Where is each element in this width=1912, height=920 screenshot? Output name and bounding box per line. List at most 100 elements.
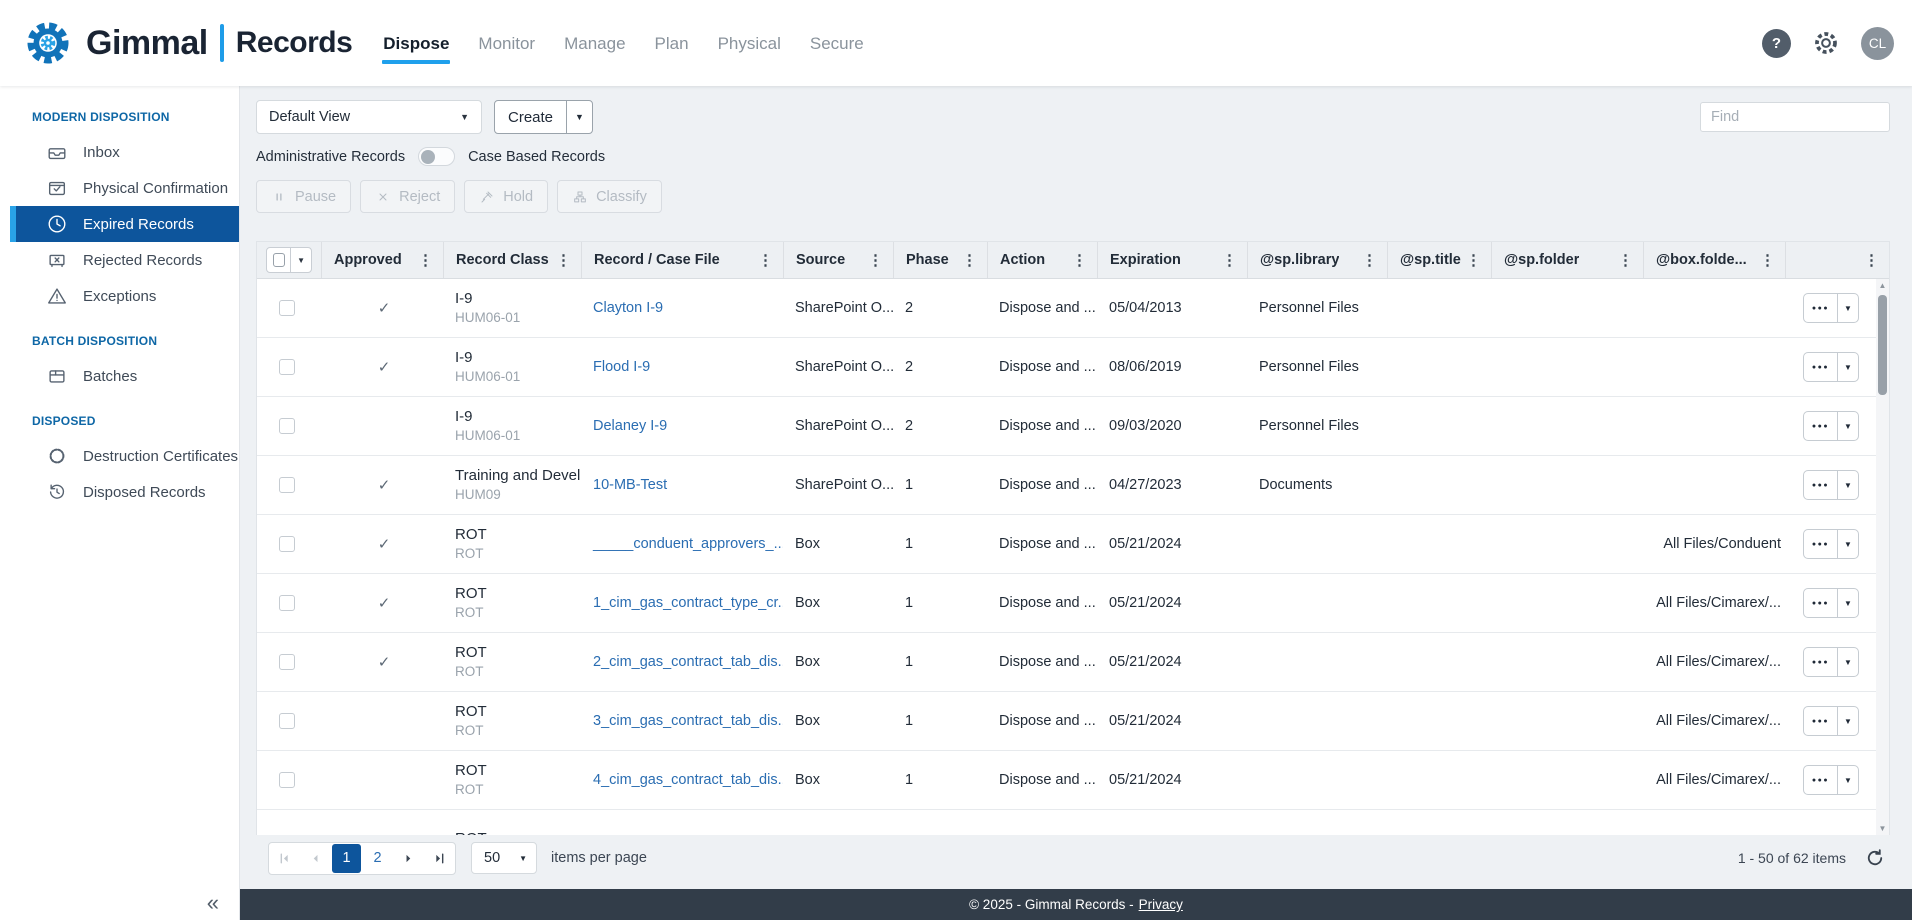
record-link[interactable]: Delaney I-9	[593, 418, 667, 434]
column-menu-icon[interactable]: ⋮	[1070, 251, 1089, 269]
column-menu-icon[interactable]: ⋮	[416, 251, 435, 269]
row-menu-caret-icon[interactable]: ▼	[1838, 353, 1858, 381]
column-menu-icon[interactable]: ⋮	[1758, 251, 1777, 269]
select-all-control[interactable]: ▼	[266, 247, 312, 273]
row-checkbox[interactable]	[279, 359, 295, 375]
row-menu-caret-icon[interactable]: ▼	[1838, 412, 1858, 440]
row-actions-button[interactable]: ●●●▼	[1803, 706, 1859, 736]
column-header-record-case-file[interactable]: Record / Case File⋮	[581, 242, 783, 278]
record-link[interactable]: Flood I-9	[593, 359, 650, 375]
help-button[interactable]: ?	[1762, 29, 1791, 58]
privacy-link[interactable]: Privacy	[1139, 897, 1183, 912]
sidebar-collapse-button[interactable]: «	[207, 890, 219, 916]
row-actions-button[interactable]: ●●●▼	[1803, 765, 1859, 795]
create-menu-caret-icon[interactable]: ▼	[566, 101, 592, 133]
refresh-button[interactable]	[1864, 847, 1886, 869]
row-checkbox[interactable]	[279, 418, 295, 434]
sidebar-item-rejected-records[interactable]: Rejected Records	[0, 242, 239, 278]
page-2-button[interactable]: 2	[362, 843, 393, 874]
nav-tab-physical[interactable]: Physical	[717, 30, 782, 62]
more-options-icon[interactable]: ●●●	[1804, 412, 1838, 440]
row-menu-caret-icon[interactable]: ▼	[1838, 589, 1858, 617]
column-menu-icon[interactable]: ⋮	[866, 251, 885, 269]
row-menu-caret-icon[interactable]: ▼	[1838, 648, 1858, 676]
row-checkbox[interactable]	[279, 595, 295, 611]
more-options-icon[interactable]: ●●●	[1804, 530, 1838, 558]
column-header-expiration[interactable]: Expiration⋮	[1097, 242, 1247, 278]
records-type-toggle[interactable]	[418, 147, 455, 166]
record-link[interactable]: Clayton I-9	[593, 300, 663, 316]
row-checkbox[interactable]	[279, 713, 295, 729]
toolbar-hold-button[interactable]: Hold	[464, 180, 548, 213]
row-checkbox[interactable]	[279, 300, 295, 316]
column-header-source[interactable]: Source⋮	[783, 242, 893, 278]
row-actions-button[interactable]: ●●●▼	[1803, 647, 1859, 677]
nav-tab-manage[interactable]: Manage	[563, 30, 626, 62]
brand[interactable]: Gimmal Records	[22, 17, 352, 69]
select-all-checkbox[interactable]	[273, 253, 285, 267]
create-button-label[interactable]: Create	[495, 101, 566, 133]
row-actions-button[interactable]: ●●●▼	[1803, 529, 1859, 559]
view-select[interactable]: Default View ▼	[256, 100, 482, 134]
column-header-action[interactable]: Action⋮	[987, 242, 1097, 278]
sidebar-item-batches[interactable]: Batches	[0, 358, 239, 394]
column-menu-icon[interactable]: ⋮	[1616, 251, 1635, 269]
vertical-scrollbar[interactable]: ▲ ▼	[1876, 279, 1889, 836]
last-page-button[interactable]	[424, 843, 455, 874]
find-input[interactable]	[1700, 102, 1890, 132]
nav-tab-monitor[interactable]: Monitor	[477, 30, 536, 62]
scrollbar-thumb[interactable]	[1878, 295, 1887, 395]
column-menu-icon[interactable]: ⋮	[960, 251, 979, 269]
more-options-icon[interactable]: ●●●	[1804, 707, 1838, 735]
page-size-select[interactable]: 50 ▼	[471, 842, 537, 874]
column-header-phase[interactable]: Phase⋮	[893, 242, 987, 278]
more-options-icon[interactable]: ●●●	[1804, 471, 1838, 499]
nav-tab-secure[interactable]: Secure	[809, 30, 865, 62]
row-checkbox[interactable]	[279, 536, 295, 552]
row-menu-caret-icon[interactable]: ▼	[1838, 471, 1858, 499]
row-menu-caret-icon[interactable]: ▼	[1838, 530, 1858, 558]
chevron-down-icon[interactable]: ▼	[519, 854, 536, 863]
row-actions-button[interactable]: ●●●▼	[1803, 352, 1859, 382]
row-checkbox[interactable]	[279, 477, 295, 493]
row-checkbox[interactable]	[279, 772, 295, 788]
more-options-icon[interactable]: ●●●	[1804, 294, 1838, 322]
column-menu-icon[interactable]: ⋮	[1220, 251, 1239, 269]
more-options-icon[interactable]: ●●●	[1804, 648, 1838, 676]
user-avatar[interactable]: CL	[1861, 27, 1894, 60]
record-link[interactable]: 1_cim_gas_contract_type_cr...	[593, 595, 783, 611]
column-header-record-class[interactable]: Record Class⋮	[443, 242, 581, 278]
grid-menu-icon[interactable]: ⋮	[1862, 251, 1881, 269]
column-header-sp-folder[interactable]: @sp.folder⋮	[1491, 242, 1643, 278]
sidebar-item-disposed-records[interactable]: Disposed Records	[0, 474, 239, 510]
next-page-button[interactable]	[393, 843, 424, 874]
record-link[interactable]: 4_cim_gas_contract_tab_dis...	[593, 772, 783, 788]
record-link[interactable]: 3_cim_gas_contract_tab_dis...	[593, 713, 783, 729]
row-menu-caret-icon[interactable]: ▼	[1838, 766, 1858, 794]
scroll-down-icon[interactable]: ▼	[1879, 822, 1887, 836]
scroll-up-icon[interactable]: ▲	[1879, 279, 1887, 293]
column-menu-icon[interactable]: ⋮	[1360, 251, 1379, 269]
more-options-icon[interactable]: ●●●	[1804, 353, 1838, 381]
more-options-icon[interactable]: ●●●	[1804, 589, 1838, 617]
sidebar-item-destruction-certificates[interactable]: Destruction Certificates	[0, 438, 239, 474]
column-header-approved[interactable]: Approved⋮	[321, 242, 443, 278]
row-actions-button[interactable]: ●●●▼	[1803, 411, 1859, 441]
column-menu-icon[interactable]: ⋮	[554, 251, 573, 269]
row-actions-button[interactable]: ●●●▼	[1803, 588, 1859, 618]
toolbar-classify-button[interactable]: Classify	[557, 180, 662, 213]
nav-tab-plan[interactable]: Plan	[654, 30, 690, 62]
toolbar-reject-button[interactable]: Reject	[360, 180, 455, 213]
record-link[interactable]: _____conduent_approvers_...	[593, 536, 783, 552]
row-menu-caret-icon[interactable]: ▼	[1838, 707, 1858, 735]
sidebar-item-exceptions[interactable]: Exceptions	[0, 278, 239, 314]
select-menu-caret-icon[interactable]: ▼	[291, 256, 311, 265]
column-menu-icon[interactable]: ⋮	[756, 251, 775, 269]
sidebar-item-expired-records[interactable]: Expired Records	[10, 206, 239, 242]
sidebar-item-physical-confirmation[interactable]: Physical Confirmation	[0, 170, 239, 206]
sidebar-item-inbox[interactable]: Inbox	[0, 134, 239, 170]
row-checkbox[interactable]	[279, 654, 295, 670]
more-options-icon[interactable]: ●●●	[1804, 766, 1838, 794]
settings-button[interactable]	[1811, 28, 1841, 58]
row-menu-caret-icon[interactable]: ▼	[1838, 294, 1858, 322]
